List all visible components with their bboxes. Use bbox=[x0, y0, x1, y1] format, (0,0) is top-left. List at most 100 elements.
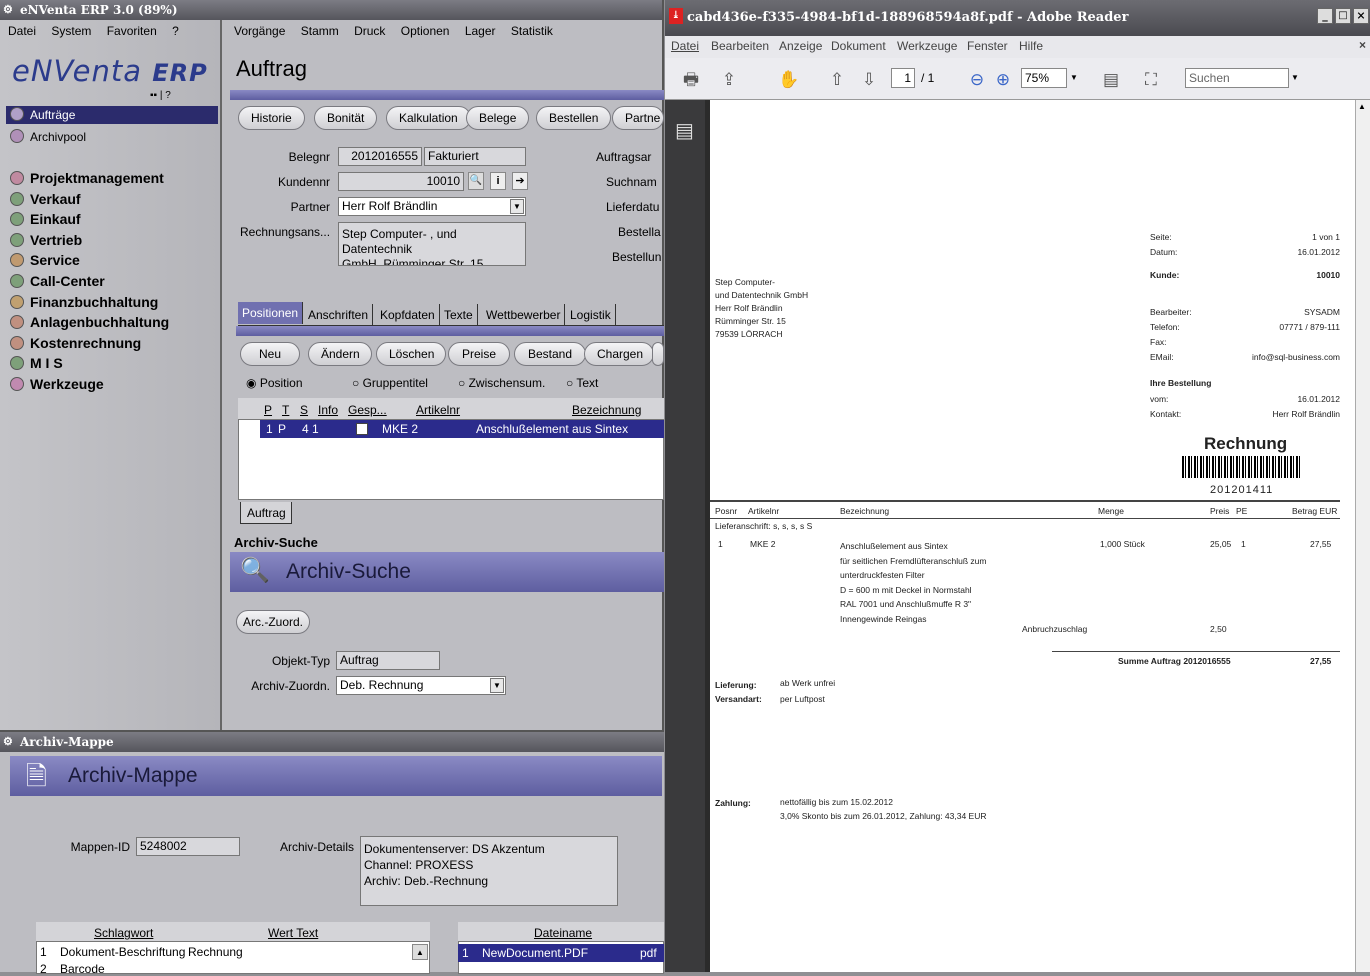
minimize-icon[interactable]: _ bbox=[1317, 8, 1333, 24]
menu-optionen[interactable]: Optionen bbox=[401, 24, 450, 38]
search-icon[interactable]: 🔍 bbox=[468, 172, 484, 190]
print-icon[interactable]: 🖶 bbox=[679, 68, 703, 92]
table-row[interactable]: 2 Barcode bbox=[40, 962, 105, 976]
scroll-up-icon[interactable]: ▲ bbox=[1358, 102, 1366, 111]
col-info[interactable]: Info bbox=[318, 403, 338, 417]
nav-module-8[interactable]: Kostenrechnung bbox=[10, 333, 141, 353]
menu-datei[interactable]: Datei bbox=[671, 39, 699, 53]
table-row[interactable]: 1 P 4 1 MKE 2 Anschlußelement aus Sintex bbox=[260, 420, 664, 438]
belegnr-field[interactable]: 2012016555 bbox=[338, 147, 422, 166]
radio-zwischensumme[interactable]: ○ Zwischensum. bbox=[458, 376, 545, 390]
nav-item-archivpool[interactable]: Archivpool bbox=[10, 127, 86, 147]
fit-page-icon[interactable]: ⛶ bbox=[1139, 68, 1163, 92]
page-up-icon[interactable]: ⇧ bbox=[825, 68, 849, 92]
nav-module-5[interactable]: Call-Center bbox=[10, 271, 105, 291]
col-gesp[interactable]: Gesp... bbox=[348, 403, 387, 417]
more-button[interactable] bbox=[652, 342, 664, 366]
loeschen-button[interactable]: Löschen bbox=[376, 342, 446, 366]
tab-texte[interactable]: Texte bbox=[440, 304, 478, 326]
col-wert-text[interactable]: Wert Text bbox=[268, 926, 318, 940]
radio-gruppentitel[interactable]: ○ Gruppentitel bbox=[352, 376, 428, 390]
menu-system[interactable]: System bbox=[51, 24, 91, 38]
col-dateiname[interactable]: Dateiname bbox=[534, 926, 592, 940]
neu-button[interactable]: Neu bbox=[240, 342, 300, 366]
belege-button[interactable]: Belege bbox=[466, 106, 530, 130]
zoom-in-icon[interactable]: ⊕ bbox=[991, 68, 1015, 92]
tab-wettbewerber[interactable]: Wettbewerber bbox=[482, 304, 566, 326]
pages-panel-icon[interactable]: ▤ bbox=[675, 118, 694, 143]
tab-anschriften[interactable]: Anschriften bbox=[304, 304, 374, 326]
menu-werkzeuge[interactable]: Werkzeuge bbox=[897, 39, 957, 53]
menu-vorgaenge[interactable]: Vorgänge bbox=[234, 24, 285, 38]
search-input[interactable]: Suchen bbox=[1185, 68, 1289, 88]
hand-icon[interactable]: ✋ bbox=[777, 68, 801, 92]
nav-module-3[interactable]: Vertrieb bbox=[10, 230, 82, 250]
menu-datei[interactable]: Datei bbox=[8, 24, 36, 38]
fit-width-icon[interactable]: ▤ bbox=[1099, 68, 1123, 92]
partner-button[interactable]: Partne bbox=[612, 106, 664, 130]
zoom-out-icon[interactable]: ⊖ bbox=[965, 68, 989, 92]
bestand-button[interactable]: Bestand bbox=[514, 342, 586, 366]
historie-button[interactable]: Historie bbox=[238, 106, 305, 130]
nav-module-6[interactable]: Finanzbuchhaltung bbox=[10, 292, 158, 312]
nav-module-10[interactable]: Werkzeuge bbox=[10, 374, 104, 394]
menu-anzeige[interactable]: Anzeige bbox=[779, 39, 822, 53]
maximize-icon[interactable]: □ bbox=[1335, 8, 1351, 24]
page-number-input[interactable]: 1 bbox=[891, 68, 915, 88]
nav-module-7[interactable]: Anlagenbuchhaltung bbox=[10, 312, 169, 332]
row-gesp-checkbox[interactable] bbox=[356, 423, 368, 435]
close-doc-icon[interactable]: × bbox=[1359, 38, 1366, 52]
share-icon[interactable]: ⇪ bbox=[717, 68, 741, 92]
menu-statistik[interactable]: Statistik bbox=[511, 24, 553, 38]
tab-kopfdaten[interactable]: Kopfdaten bbox=[376, 304, 440, 326]
page-down-icon[interactable]: ⇩ bbox=[857, 68, 881, 92]
chevron-down-icon[interactable]: ▼ bbox=[510, 199, 524, 214]
aendern-button[interactable]: Ändern bbox=[308, 342, 372, 366]
kalkulation-button[interactable]: Kalkulation bbox=[386, 106, 471, 130]
zoom-input[interactable]: 75% bbox=[1021, 68, 1067, 88]
bestellen-button[interactable]: Bestellen bbox=[536, 106, 612, 130]
menu-help[interactable]: ? bbox=[172, 24, 179, 38]
chevron-down-icon[interactable]: ▼ bbox=[1291, 68, 1305, 88]
scroll-up-icon[interactable]: ▲ bbox=[412, 944, 428, 960]
menu-hilfe[interactable]: Hilfe bbox=[1019, 39, 1043, 53]
nav-module-1[interactable]: Verkauf bbox=[10, 189, 81, 209]
menu-dokument[interactable]: Dokument bbox=[831, 39, 886, 53]
col-schlagwort[interactable]: Schlagwort bbox=[94, 926, 153, 940]
chevron-down-icon[interactable]: ▼ bbox=[490, 678, 504, 693]
partner-select[interactable]: Herr Rolf Brändlin bbox=[338, 197, 526, 216]
file-row[interactable]: 1 NewDocument.PDF pdf bbox=[458, 944, 664, 962]
kundennr-field[interactable]: 10010 bbox=[338, 172, 464, 191]
reader-scrollbar[interactable]: ▲ bbox=[1355, 100, 1370, 972]
nav-module-0[interactable]: Projektmanagement bbox=[10, 168, 164, 188]
menu-druck[interactable]: Druck bbox=[354, 24, 385, 38]
radio-text[interactable]: ○ Text bbox=[566, 376, 598, 390]
nav-item-auftraege[interactable]: Aufträge bbox=[10, 105, 75, 125]
bonitaet-button[interactable]: Bonität bbox=[314, 106, 378, 130]
chargen-button[interactable]: Chargen bbox=[584, 342, 654, 366]
small-toolbar-icons[interactable]: ▪▪ | ? bbox=[150, 90, 171, 101]
preise-button[interactable]: Preise bbox=[448, 342, 510, 366]
tab-logistik[interactable]: Logistik bbox=[566, 304, 616, 326]
info-icon[interactable]: i bbox=[490, 172, 506, 190]
menu-stamm[interactable]: Stamm bbox=[301, 24, 339, 38]
nav-module-2[interactable]: Einkauf bbox=[10, 209, 81, 229]
menu-fenster[interactable]: Fenster bbox=[967, 39, 1008, 53]
chevron-down-icon[interactable]: ▼ bbox=[1067, 68, 1081, 88]
rechnung-field[interactable]: Step Computer- , und Datentechnik GmbH, … bbox=[338, 222, 526, 266]
menu-lager[interactable]: Lager bbox=[465, 24, 496, 38]
radio-position[interactable]: ◉ Position bbox=[246, 376, 303, 390]
col-t[interactable]: T bbox=[282, 403, 289, 417]
arc-zuord-button[interactable]: Arc.-Zuord. bbox=[236, 610, 311, 634]
col-p[interactable]: P bbox=[264, 403, 272, 417]
nav-module-4[interactable]: Service bbox=[10, 250, 80, 270]
menu-bearbeiten[interactable]: Bearbeiten bbox=[711, 39, 769, 53]
table-row[interactable]: 1 Dokument-Beschriftung Rechnung bbox=[40, 945, 243, 959]
arrow-right-icon[interactable]: ➔ bbox=[512, 172, 528, 190]
close-icon[interactable]: × bbox=[1353, 8, 1369, 24]
col-s[interactable]: S bbox=[300, 403, 308, 417]
menu-favoriten[interactable]: Favoriten bbox=[107, 24, 157, 38]
tab-positionen[interactable]: Positionen bbox=[238, 302, 304, 324]
col-artikelnr[interactable]: Artikelnr bbox=[416, 403, 460, 417]
col-bezeichnung[interactable]: Bezeichnung bbox=[572, 403, 641, 417]
